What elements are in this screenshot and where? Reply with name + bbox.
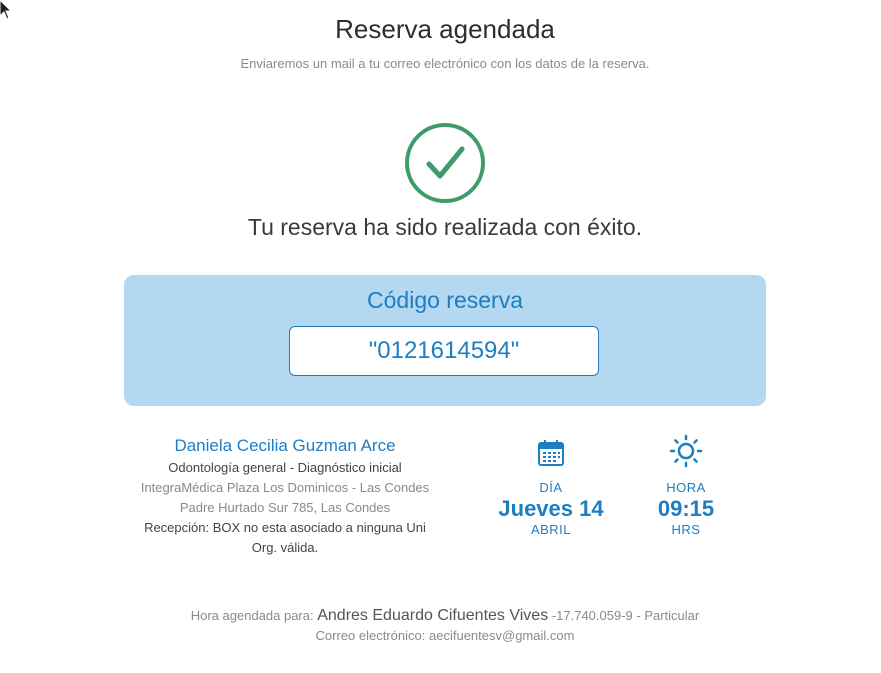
date-label: DÍA (539, 480, 563, 495)
patient-email: aecifuentesv@gmail.com (429, 628, 575, 643)
appointment-details: Daniela Cecilia Guzman Arce Odontología … (130, 435, 440, 558)
reservation-code-label: Código reserva (367, 287, 523, 313)
time-label: HORA (666, 480, 706, 495)
reception-info: Recepción: BOX no esta asociado a ningun… (144, 520, 426, 555)
page-title: Reserva agendada (335, 14, 555, 44)
date-value: Jueves 14 (498, 496, 604, 521)
email-label: Correo electrónico: (315, 628, 426, 643)
patient-name: Andres Eduardo Cifuentes Vives (317, 607, 549, 624)
patient-rut: -17.740.059-9 (551, 608, 633, 623)
date-month: ABRIL (530, 522, 572, 537)
time-value: 09:15 (657, 496, 715, 521)
page-subtitle: Enviaremos un mail a tu correo electróni… (240, 56, 650, 71)
patient-info: Hora agendada para: Andres Eduardo Cifue… (0, 606, 881, 646)
sun-icon (669, 434, 703, 468)
success-message: Tu reserva ha sido realizada con éxito. (247, 214, 643, 240)
time-unit: HRS (671, 522, 701, 537)
reservation-code-value[interactable]: "0121614594" (289, 326, 599, 376)
time-block: HORA 09:15 HRS (621, 434, 751, 538)
calendar-icon (538, 440, 564, 466)
clinic-address: Padre Hurtado Sur 785, Las Condes (179, 500, 391, 515)
clinic-location: IntegraMédica Plaza Los Dominicos - Las … (140, 480, 430, 495)
patient-prefix: Hora agendada para: (190, 608, 314, 623)
email-line: Correo electrónico: aecifuentesv@gmail.c… (0, 626, 881, 646)
doctor-name: Daniela Cecilia Guzman Arce (174, 436, 396, 455)
patient-plan: - Particular (636, 608, 700, 623)
reservation-code-panel: Código reserva "0121614594" (124, 275, 766, 406)
check-circle-icon (405, 123, 485, 203)
specialty: Odontología general - Diagnóstico inicia… (168, 460, 402, 475)
patient-line: Hora agendada para: Andres Eduardo Cifue… (0, 606, 881, 626)
reservation-confirmation-page: Reserva agendada Enviaremos un mail a tu… (0, 0, 881, 673)
date-block: DÍA Jueves 14 ABRIL (486, 438, 616, 538)
